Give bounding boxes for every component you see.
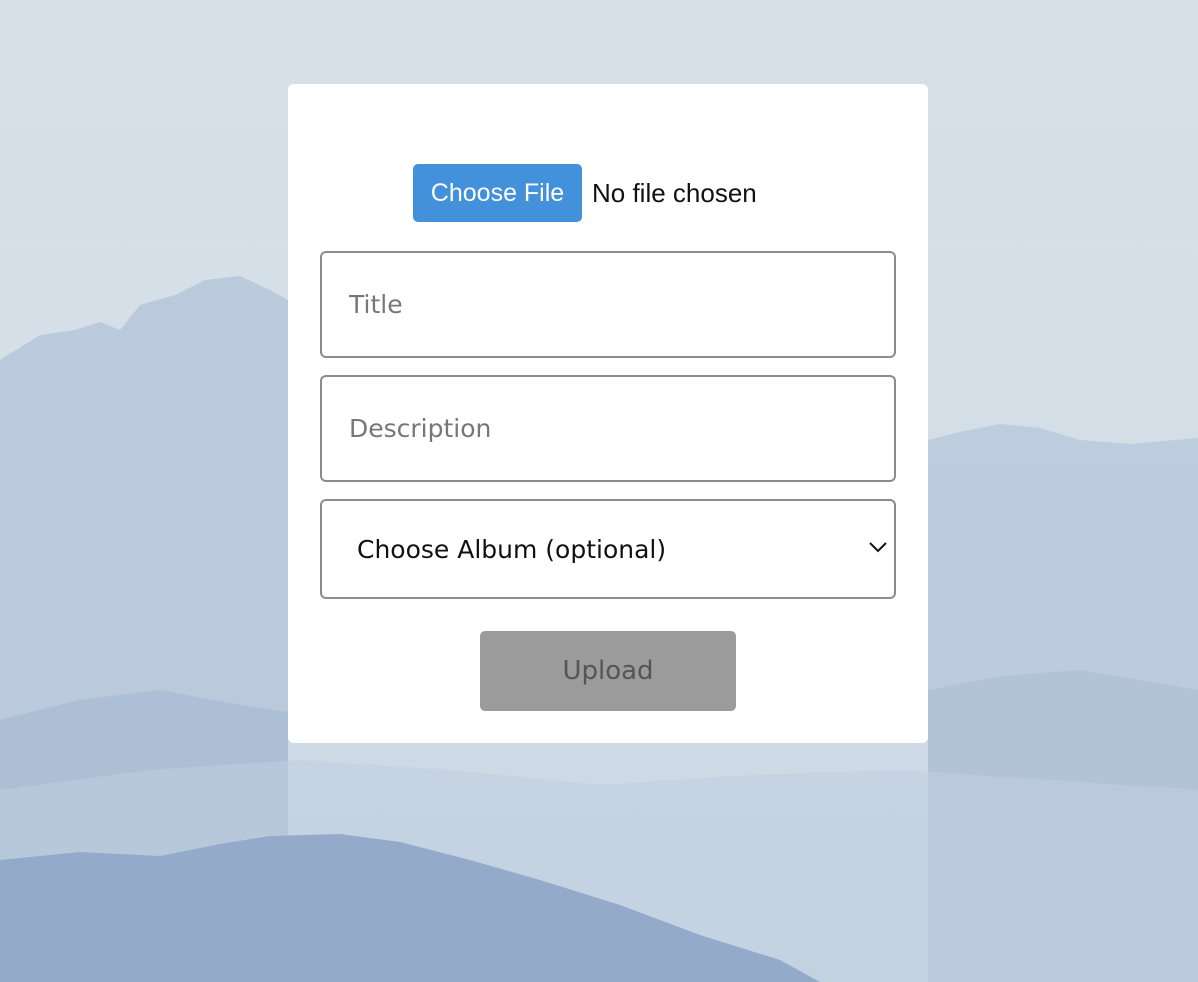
title-field xyxy=(320,251,896,358)
file-status-text: No file chosen xyxy=(592,177,757,208)
upload-button[interactable]: Upload xyxy=(480,631,736,711)
file-picker: Choose File No file chosen xyxy=(413,164,757,222)
description-input[interactable] xyxy=(322,377,894,480)
album-select-value: Choose Album (optional) xyxy=(357,534,667,564)
upload-card: Choose File No file chosen Choose Album … xyxy=(288,84,928,743)
album-select[interactable]: Choose Album (optional) xyxy=(320,499,896,599)
choose-file-button[interactable]: Choose File xyxy=(413,164,582,222)
description-field xyxy=(320,375,896,482)
title-input[interactable] xyxy=(322,253,894,356)
chevron-down-icon xyxy=(869,542,887,553)
